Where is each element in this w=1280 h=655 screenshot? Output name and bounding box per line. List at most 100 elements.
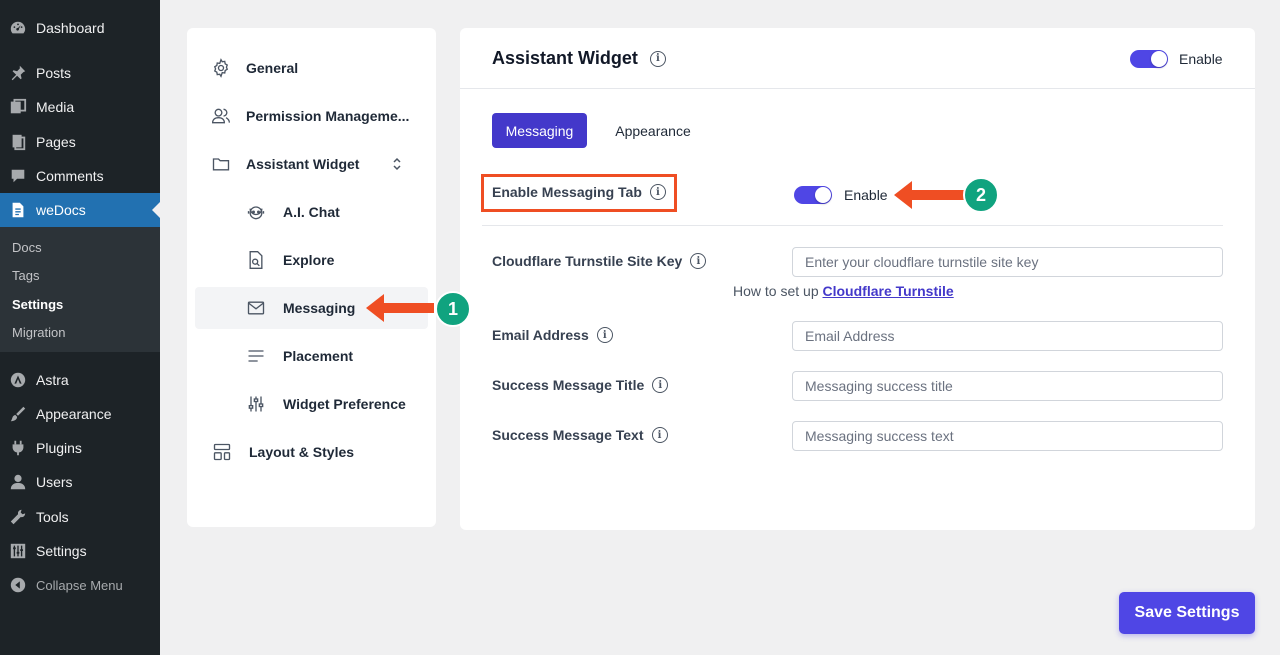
info-icon[interactable]: i [651,427,668,443]
annotation-badge-2: 2 [963,177,999,213]
document-icon [8,200,28,220]
submenu-settings[interactable]: Settings [12,297,63,312]
lines-icon [245,345,267,367]
comment-icon [8,166,28,186]
nav-item-general[interactable]: General [210,57,298,79]
tab-appearance[interactable]: Appearance [601,113,705,148]
submenu-docs[interactable]: Docs [12,240,42,255]
menu-pages[interactable]: Pages [0,125,160,159]
messaging-tab-toggle[interactable] [794,186,832,204]
page-title-text: Assistant Widget [492,48,638,68]
folder-icon [210,153,232,175]
menu-settings-label: Settings [36,543,87,559]
nav-layout-styles-label: Layout & Styles [249,444,355,460]
menu-wedocs-label: weDocs [36,202,86,218]
robot-icon [245,201,267,223]
menu-users[interactable]: Users [0,465,160,499]
menu-posts-label: Posts [36,65,72,81]
submenu-tags[interactable]: Tags [12,268,39,283]
email-label: Email Address i [492,327,613,343]
dashboard-icon [8,18,28,38]
menu-plugins[interactable]: Plugins [0,431,160,465]
settings-nav: General Permission Manageme... Assistant… [187,28,436,527]
info-icon[interactable]: i [649,50,666,67]
success-text-input[interactable] [792,421,1223,451]
pages-icon [8,132,28,152]
turnstile-key-label: Cloudflare Turnstile Site Key i [492,253,707,269]
nav-item-permission[interactable]: Permission Manageme... [210,105,409,127]
save-settings-button[interactable]: Save Settings [1119,592,1255,634]
annotation-highlight-box [481,174,677,212]
nav-item-ai-chat[interactable]: A.I. Chat [245,201,340,223]
success-text-label: Success Message Text i [492,427,668,443]
nav-item-layout-styles[interactable]: Layout & Styles [211,441,354,463]
menu-astra[interactable]: Astra [0,363,160,397]
nav-messaging-label: Messaging [283,300,356,316]
search-doc-icon [245,249,267,271]
pin-icon [8,63,28,83]
menu-tools[interactable]: Tools [0,500,160,534]
nav-item-explore[interactable]: Explore [245,249,334,271]
annotation-arrow-2 [894,181,964,209]
astra-icon [8,370,28,390]
submenu-migration[interactable]: Migration [12,325,65,340]
helper-text: How to set up [733,283,819,299]
menu-dashboard[interactable]: Dashboard [0,11,160,45]
gear-icon [210,57,232,79]
menu-plugins-label: Plugins [36,440,82,456]
messaging-tab-toggle-label: Enable [844,187,888,203]
menu-appearance-label: Appearance [36,406,112,422]
menu-media-label: Media [36,99,75,115]
wedocs-submenu: Docs Tags Settings Migration [0,227,160,352]
admin-sidebar: Dashboard Posts Media Pages Comments weD… [0,0,160,655]
turnstile-key-label-text: Cloudflare Turnstile Site Key [492,253,683,269]
brush-icon [8,404,28,424]
collapse-menu-label: Collapse Menu [36,577,123,593]
nav-item-placement[interactable]: Placement [245,345,353,367]
nav-ai-chat-label: A.I. Chat [283,204,340,220]
turnstile-key-input[interactable] [792,247,1223,277]
assistant-widget-toggle-label: Enable [1179,51,1223,67]
success-title-label: Success Message Title i [492,377,669,393]
layout-icon [211,441,233,463]
menu-astra-label: Astra [36,372,69,388]
menu-comments[interactable]: Comments [0,159,160,193]
success-title-input[interactable] [792,371,1223,401]
email-field[interactable] [792,321,1223,351]
cloudflare-turnstile-link[interactable]: Cloudflare Turnstile [823,283,954,299]
info-icon[interactable]: i [652,377,669,393]
users-icon [210,105,232,127]
nav-placement-label: Placement [283,348,354,364]
menu-settings[interactable]: Settings [0,534,160,568]
page-title: Assistant Widget i [492,48,666,69]
media-icon [8,97,28,117]
plugin-icon [8,438,28,458]
collapse-icon [8,575,28,595]
divider [482,225,1223,226]
menu-media[interactable]: Media [0,90,160,124]
menu-posts[interactable]: Posts [0,56,160,90]
menu-wedocs[interactable]: weDocs [0,193,160,227]
wrench-icon [8,507,28,527]
nav-widget-preference-label: Widget Preference [283,396,406,412]
menu-tools-label: Tools [36,509,69,525]
info-icon[interactable]: i [690,253,707,269]
nav-item-messaging[interactable]: Messaging [245,297,355,319]
menu-appearance[interactable]: Appearance [0,397,160,431]
panel-header: Assistant Widget i Enable [460,28,1255,89]
nav-assistant-widget-label: Assistant Widget [246,156,360,172]
success-title-label-text: Success Message Title [492,377,645,393]
tab-messaging[interactable]: Messaging [492,113,587,148]
menu-pages-label: Pages [36,134,76,150]
nav-permission-label: Permission Manageme... [246,108,410,124]
nav-general-label: General [246,60,299,76]
nav-item-assistant-widget[interactable]: Assistant Widget [210,153,410,175]
collapse-menu[interactable]: Collapse Menu [0,568,160,602]
menu-comments-label: Comments [36,168,104,184]
annotation-badge-1: 1 [435,291,471,327]
nav-item-widget-preference[interactable]: Widget Preference [245,393,406,415]
success-text-label-text: Success Message Text [492,427,644,443]
info-icon[interactable]: i [596,327,613,343]
chevron-updown-icon [390,156,404,175]
assistant-widget-toggle[interactable] [1130,50,1168,68]
